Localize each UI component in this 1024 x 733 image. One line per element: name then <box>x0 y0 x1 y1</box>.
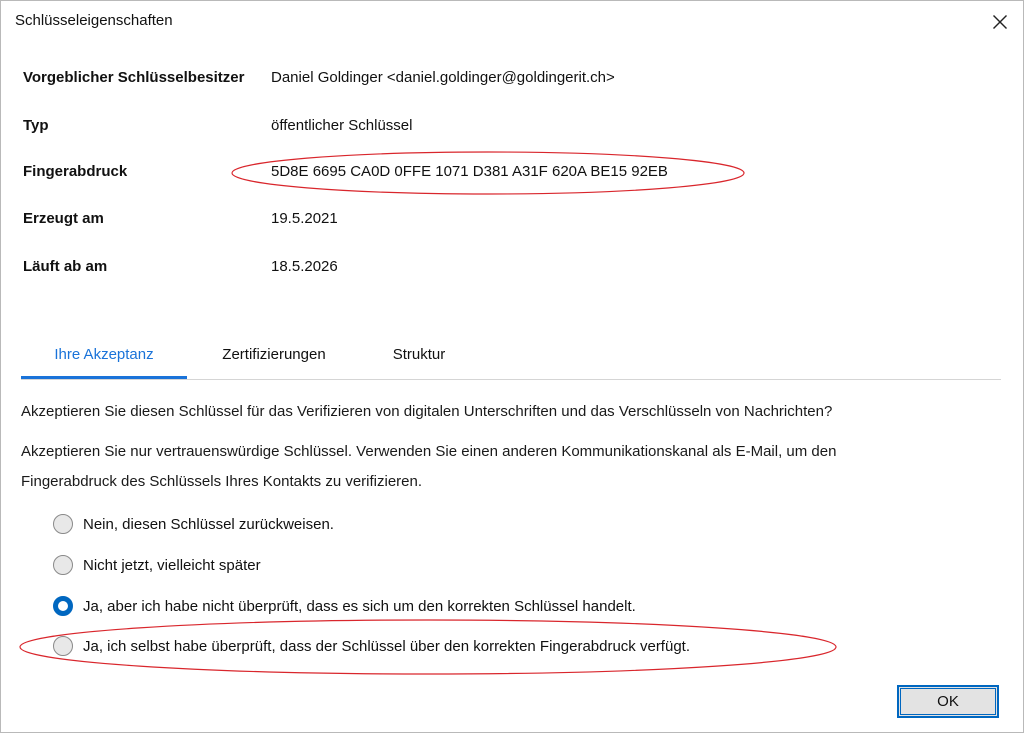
window-title: Schlüsseleigenschaften <box>15 12 173 29</box>
tab-structure-label: Struktur <box>392 345 446 363</box>
option-accept-verified-label: Ja, ich selbst habe überprüft, dass der … <box>83 637 690 655</box>
expires-label: Läuft ab am <box>23 258 108 275</box>
type-value: öffentlicher Schlüssel <box>271 117 413 134</box>
option-later[interactable]: Nicht jetzt, vielleicht später <box>53 553 261 577</box>
fingerprint-value: 5D8E 6695 CA0D 0FFE 1071 D381 A31F 620A … <box>271 163 668 180</box>
radio-button[interactable] <box>53 636 73 656</box>
tab-divider <box>21 379 1001 380</box>
radio-button-selected[interactable] <box>53 596 73 616</box>
option-reject-label: Nein, diesen Schlüssel zurückweisen. <box>83 515 334 533</box>
tab-acceptance[interactable]: Ihre Akzeptanz <box>21 331 187 379</box>
option-later-label: Nicht jetzt, vielleicht später <box>83 556 261 574</box>
tab-structure[interactable]: Struktur <box>375 331 463 377</box>
radio-button[interactable] <box>53 514 73 534</box>
acceptance-hint-line1: Akzeptieren Sie nur vertrauenswürdige Sc… <box>21 443 837 460</box>
option-reject[interactable]: Nein, diesen Schlüssel zurückweisen. <box>53 512 334 536</box>
acceptance-hint-line2: Fingerabdruck des Schlüssels Ihres Konta… <box>21 473 423 490</box>
owner-label: Vorgeblicher Schlüsselbesitzer <box>23 69 245 86</box>
acceptance-question: Akzeptieren Sie diesen Schlüssel für das… <box>21 403 833 420</box>
fingerprint-label: Fingerabdruck <box>23 163 128 180</box>
option-accept-unverified-label: Ja, aber ich habe nicht überprüft, dass … <box>83 597 636 615</box>
created-value: 19.5.2021 <box>271 210 338 227</box>
type-label: Typ <box>23 117 49 134</box>
option-accept-verified[interactable]: Ja, ich selbst habe überprüft, dass der … <box>53 634 690 658</box>
owner-value: Daniel Goldinger <daniel.goldinger@goldi… <box>271 69 615 86</box>
tab-certifications-label: Zertifizierungen <box>222 345 326 363</box>
option-accept-unverified[interactable]: Ja, aber ich habe nicht überprüft, dass … <box>53 594 636 618</box>
tab-acceptance-label: Ihre Akzeptanz <box>54 345 154 363</box>
tab-certifications[interactable]: Zertifizierungen <box>207 331 341 377</box>
dialog-window: Schlüsseleigenschaften Vorgeblicher Schl… <box>0 0 1024 733</box>
ok-button-label: OK <box>937 693 959 710</box>
close-button[interactable] <box>985 7 1015 37</box>
close-icon <box>993 15 1007 29</box>
expires-value: 18.5.2026 <box>271 258 338 275</box>
radio-button[interactable] <box>53 555 73 575</box>
created-label: Erzeugt am <box>23 210 104 227</box>
ok-button[interactable]: OK <box>897 685 999 718</box>
title-bar: Schlüsseleigenschaften <box>1 1 1023 43</box>
